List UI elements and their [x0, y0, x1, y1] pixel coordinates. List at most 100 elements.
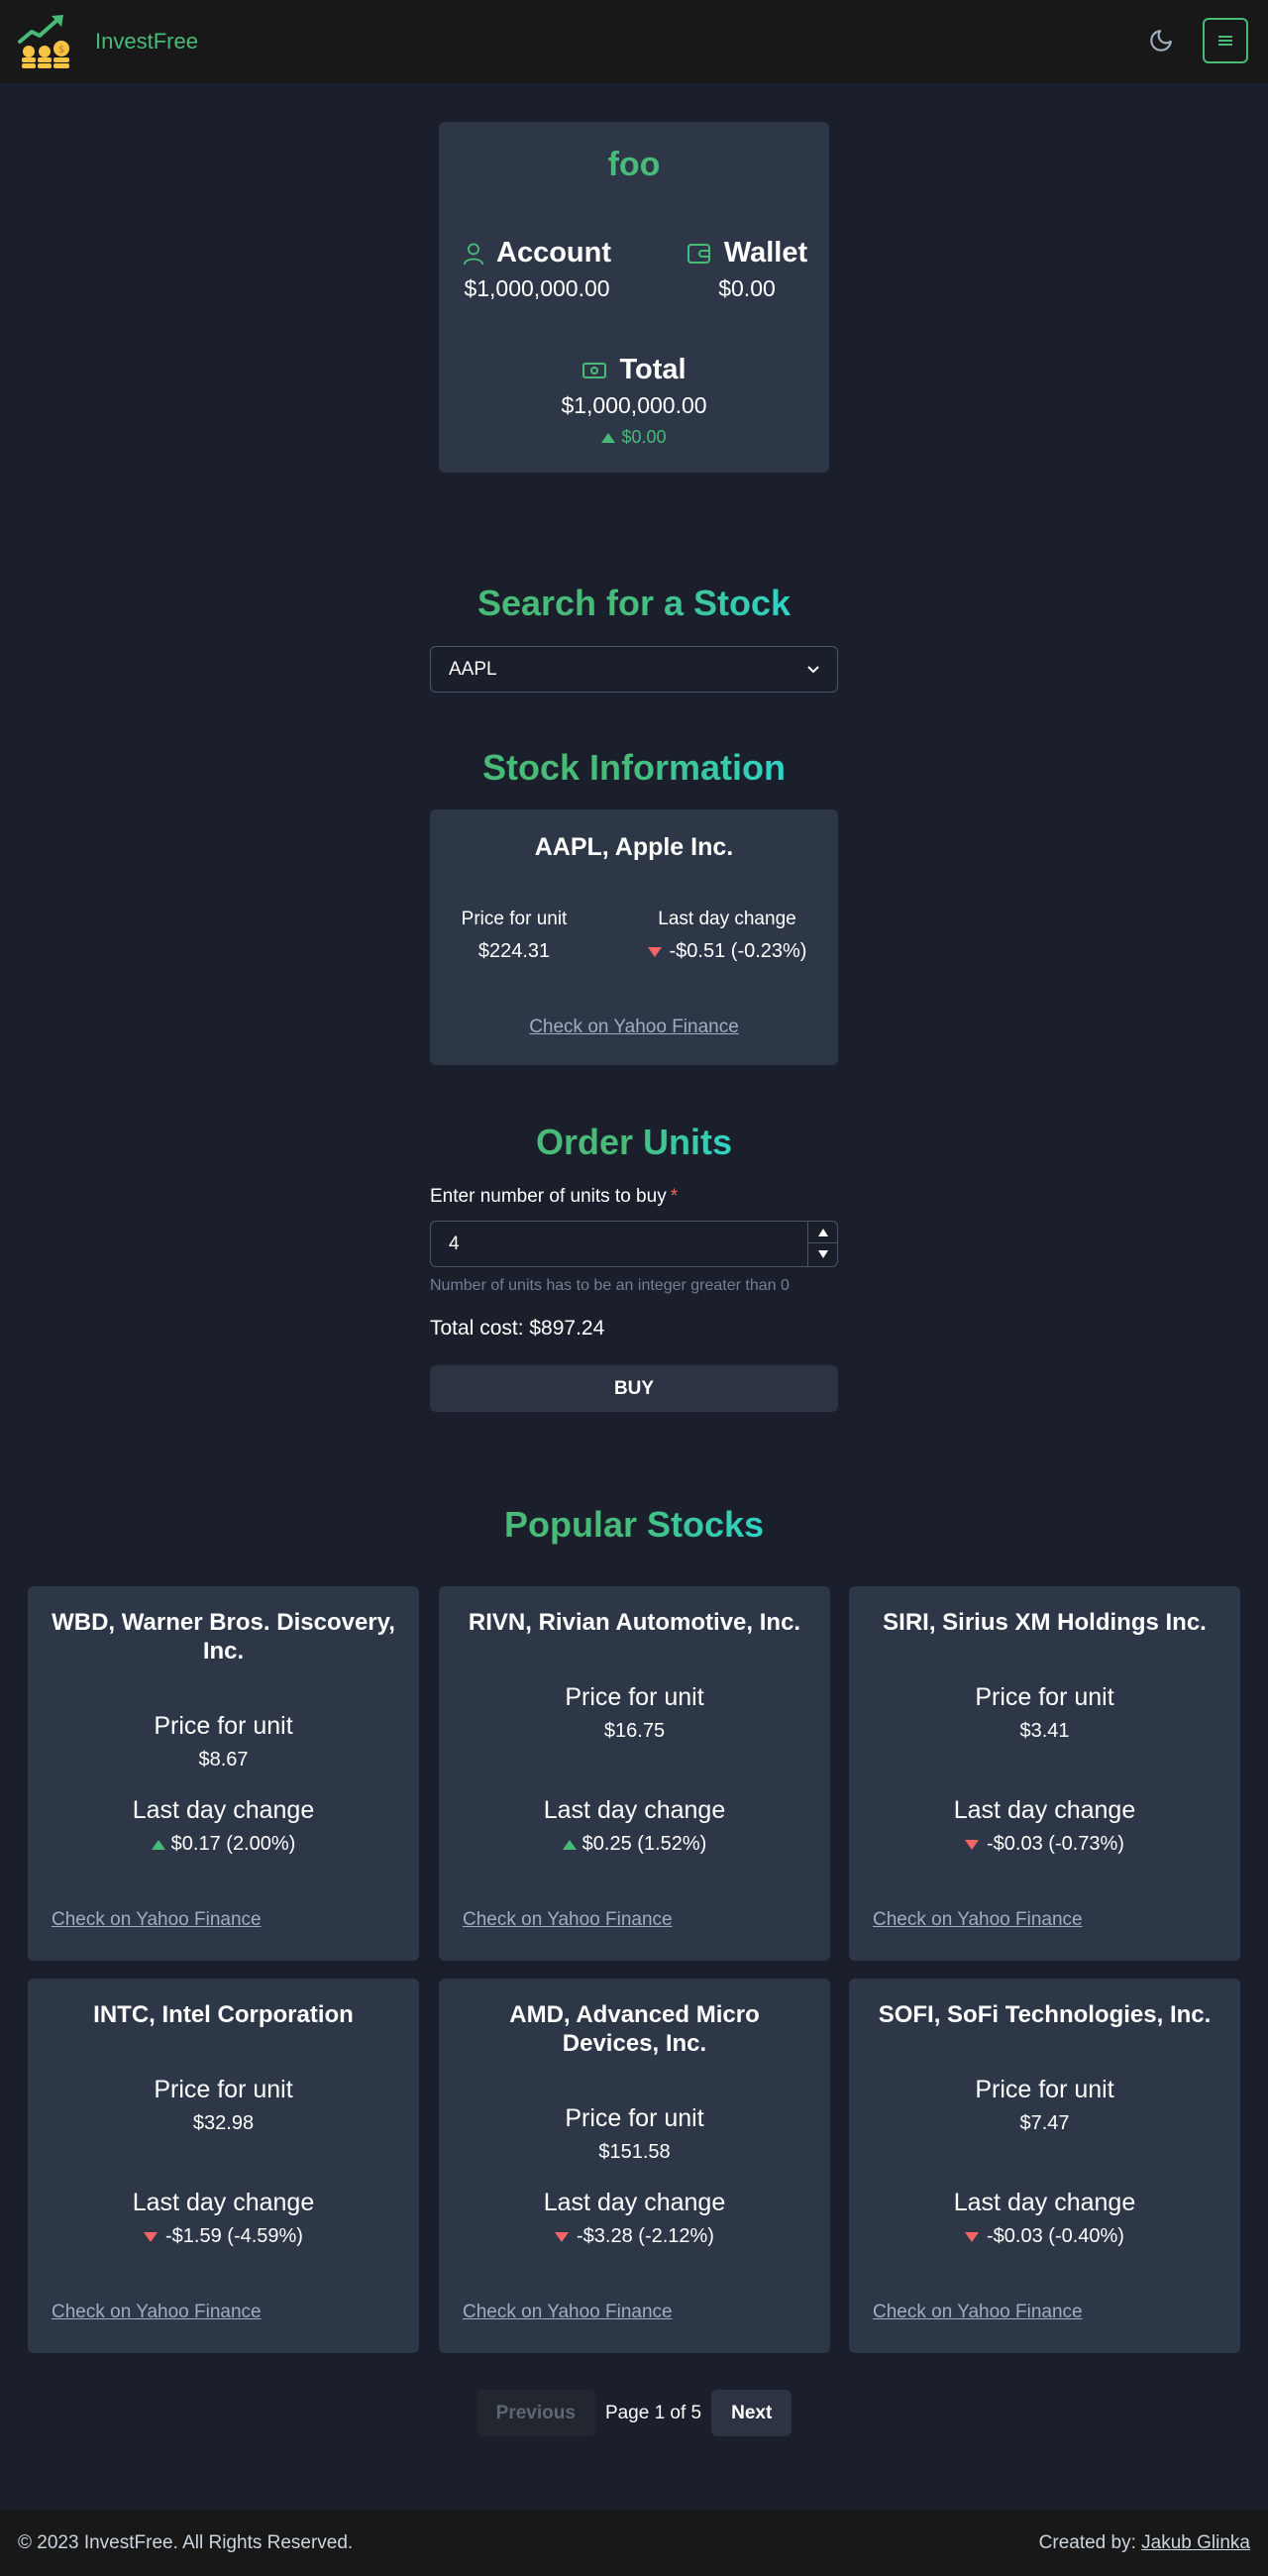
search-heading: Search for a Stock [476, 583, 792, 623]
price-label: Price for unit [565, 1683, 704, 1711]
price-block: Price for unit $224.31 [440, 909, 588, 963]
change-label: Last day change [132, 1796, 315, 1824]
copyright: © 2023 InvestFree. All Rights Reserved. [18, 2532, 354, 2553]
wallet-value: $0.00 [718, 275, 776, 301]
total-cost: Total cost: $897.24 [430, 1317, 605, 1340]
units-input[interactable]: 4 [430, 1221, 838, 1267]
chevron-down-icon [817, 1250, 828, 1258]
decrement-button[interactable] [808, 1243, 837, 1265]
required-mark: * [670, 1186, 679, 1207]
wallet-balance: Wallet $0.00 [683, 237, 811, 302]
account-label: Account [496, 237, 611, 268]
arrow-down-icon [144, 2231, 158, 2242]
price-label: Price for unit [154, 1712, 293, 1740]
change-value: $0.17 (2.00%) [170, 1833, 296, 1855]
change-label: Last day change [132, 2189, 315, 2216]
balance-card: foo Account $1,000,000.00 Wallet $0.00 T… [439, 122, 829, 473]
stock-card: SIRI, Sirius XM Holdings Inc. Price for … [849, 1586, 1240, 1961]
total-label: Total [619, 354, 687, 385]
change-label: Last day change [658, 909, 796, 929]
stock-select[interactable]: AAPL [430, 646, 838, 693]
theme-toggle-button[interactable] [1141, 21, 1181, 60]
arrow-down-icon [965, 2231, 980, 2242]
account-value: $1,000,000.00 [464, 275, 610, 301]
footer: © 2023 InvestFree. All Rights Reserved. … [0, 2511, 1268, 2576]
units-helper-text: Number of units has to be an integer gre… [430, 1277, 790, 1294]
price-value: $7.47 [1019, 2112, 1070, 2134]
change-value: -$0.03 (-0.40%) [987, 2225, 1124, 2247]
credits: Created by: Jakub Glinka [1039, 2532, 1250, 2554]
yahoo-finance-link[interactable]: Check on Yahoo Finance [873, 1909, 1083, 1931]
units-label-text: Enter number of units to buy [430, 1186, 667, 1207]
stock-card: SOFI, SoFi Technologies, Inc. Price for … [849, 1979, 1240, 2353]
total-change: $0.00 [535, 427, 733, 448]
arrow-up-icon [601, 432, 616, 443]
quantity-stepper[interactable] [807, 1222, 837, 1266]
yahoo-finance-link[interactable]: Check on Yahoo Finance [430, 1017, 838, 1038]
stock-card: WBD, Warner Bros. Discovery, Inc. Price … [28, 1586, 419, 1961]
yahoo-finance-link[interactable]: Check on Yahoo Finance [873, 2302, 1083, 2323]
stock-card-name: RIVN, Rivian Automotive, Inc. [468, 1609, 801, 1636]
units-label: Enter number of units to buy * [430, 1186, 678, 1208]
stock-card-name: AMD, Advanced Micro Devices, Inc. [509, 2001, 760, 2057]
svg-text:$: $ [58, 45, 64, 55]
stock-card: AMD, Advanced Micro Devices, Inc. Price … [439, 1979, 830, 2353]
yahoo-finance-link[interactable]: Check on Yahoo Finance [52, 1909, 262, 1931]
buy-button[interactable]: BUY [430, 1365, 838, 1412]
price-value: $16.75 [603, 1720, 666, 1742]
wallet-label: Wallet [723, 237, 808, 268]
price-label: Price for unit [461, 909, 568, 929]
increment-button[interactable] [808, 1222, 837, 1243]
user-icon [463, 242, 484, 265]
account-balance: Account $1,000,000.00 [463, 237, 611, 302]
arrow-up-icon [562, 1839, 577, 1850]
wallet-icon [687, 243, 710, 264]
yahoo-finance-link[interactable]: Check on Yahoo Finance [463, 1909, 673, 1931]
price-label: Price for unit [975, 2076, 1114, 2103]
stock-info-card: AAPL, Apple Inc. Price for unit $224.31 … [430, 809, 838, 1065]
stock-card-name: SOFI, SoFi Technologies, Inc. [878, 2001, 1212, 2028]
created-by-label: Created by: [1038, 2532, 1136, 2553]
stock-card-name: WBD, Warner Bros. Discovery, Inc. [52, 1609, 395, 1664]
top-navbar: $ InvestFree [0, 0, 1268, 83]
chevron-down-icon [807, 666, 819, 674]
stock-card: INTC, Intel Corporation Price for unit $… [28, 1979, 419, 2353]
stock-card-name: SIRI, Sirius XM Holdings Inc. [883, 1609, 1207, 1636]
units-value: 4 [449, 1233, 460, 1254]
username: foo [607, 146, 661, 183]
pagination: Previous Page 1 of 5 Next [0, 2390, 1268, 2436]
next-button[interactable]: Next [711, 2390, 792, 2436]
arrow-down-icon [965, 1839, 980, 1850]
logo-icon: $ [18, 15, 69, 68]
price-value: $8.67 [198, 1749, 249, 1771]
change-block: Last day change -$0.51 (-0.23%) [628, 909, 826, 963]
page-indicator: Page 1 of 5 [604, 2402, 702, 2423]
price-label: Price for unit [565, 2104, 704, 2132]
change-value: -$0.03 (-0.73%) [987, 1833, 1124, 1855]
price-value: $32.98 [192, 2112, 255, 2134]
change-label: Last day change [543, 1796, 726, 1824]
change-label: Last day change [953, 1796, 1136, 1824]
total-value: $1,000,000.00 [561, 392, 707, 418]
brand[interactable]: $ InvestFree [18, 12, 198, 71]
popular-heading: Popular Stocks [503, 1504, 765, 1545]
arrow-down-icon [647, 946, 662, 957]
stock-select-value: AAPL [449, 658, 497, 680]
chevron-up-icon [817, 1228, 828, 1236]
moon-icon [1150, 30, 1172, 52]
arrow-down-icon [555, 2231, 570, 2242]
yahoo-finance-link[interactable]: Check on Yahoo Finance [463, 2302, 673, 2323]
change-label: Last day change [953, 2189, 1136, 2216]
author-link[interactable]: Jakub Glinka [1141, 2532, 1250, 2553]
total-balance: Total $1,000,000.00 $0.00 [535, 354, 733, 448]
previous-button[interactable]: Previous [476, 2390, 595, 2436]
price-value: $224.31 [477, 940, 551, 962]
stock-info-heading: Stock Information [481, 747, 787, 788]
menu-button[interactable] [1203, 18, 1248, 63]
change-value: -$0.51 (-0.23%) [669, 940, 807, 962]
price-label: Price for unit [154, 2076, 293, 2103]
yahoo-finance-link[interactable]: Check on Yahoo Finance [52, 2302, 262, 2323]
cash-icon [582, 362, 607, 378]
change-label: Last day change [543, 2189, 726, 2216]
total-change-value: $0.00 [621, 427, 667, 447]
